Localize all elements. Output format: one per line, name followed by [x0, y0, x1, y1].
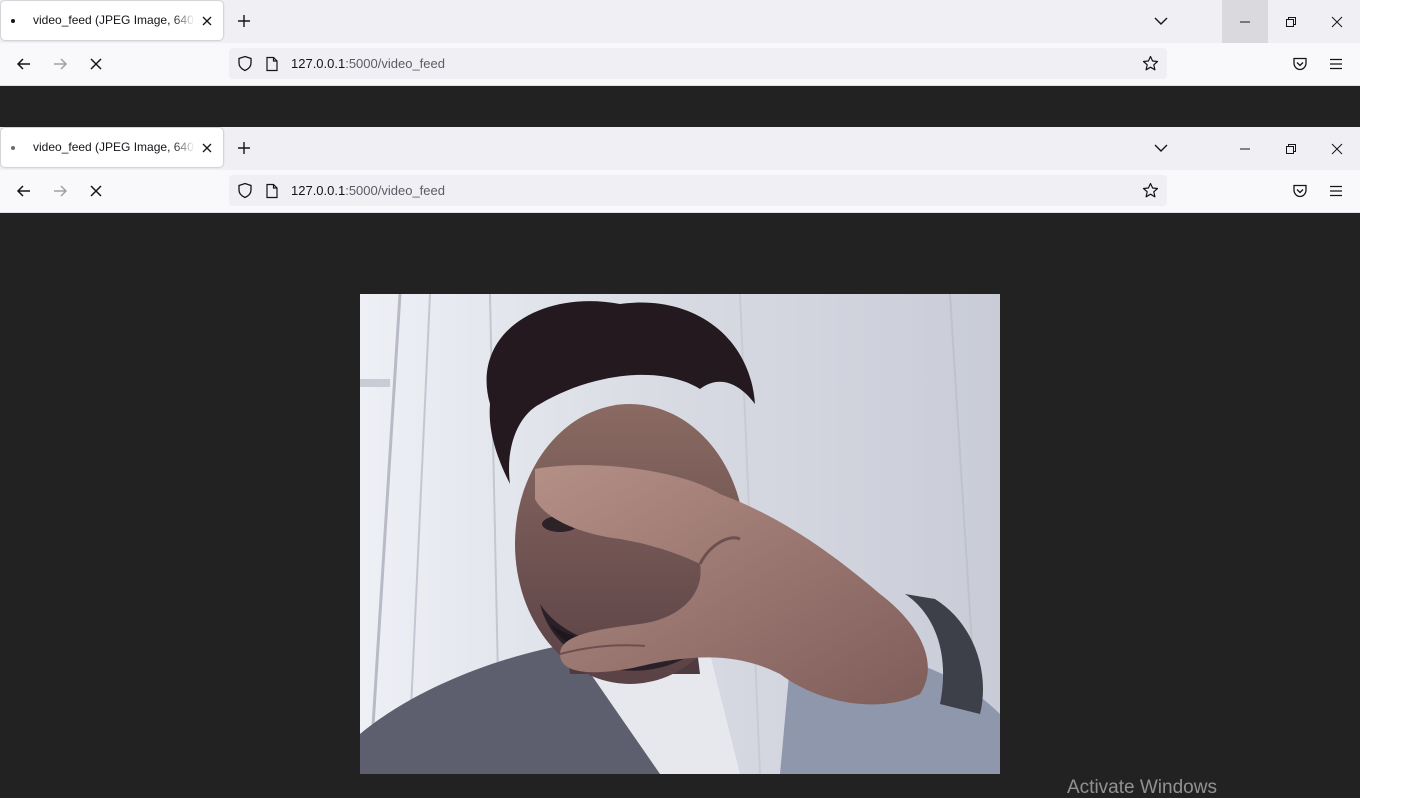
activate-windows-watermark: Activate Windows: [1067, 777, 1217, 798]
stop-icon: [90, 185, 102, 197]
new-tab-plus-icon[interactable]: [233, 137, 255, 159]
tab-video-feed[interactable]: video_feed (JPEG Image, 640 × 480 pixels…: [1, 128, 223, 167]
list-all-tabs-chevron-down-icon[interactable]: [1150, 10, 1172, 32]
browser-window-back: video_feed (JPEG Image, 640 × 480 pixels…: [0, 0, 1360, 127]
forward-arrow-icon: [54, 185, 68, 197]
stop-button[interactable]: [84, 53, 108, 75]
page-content: [0, 86, 1360, 127]
webcam-image: [360, 294, 1000, 774]
tab-close-icon[interactable]: [198, 12, 216, 30]
tab-video-feed[interactable]: video_feed (JPEG Image, 640 × 480 pixels…: [1, 1, 223, 40]
webcam-photo-illustration: [360, 294, 1000, 774]
restore-icon: [1286, 16, 1296, 27]
close-window-button[interactable]: [1314, 127, 1360, 170]
browser-window-front: video_feed (JPEG Image, 640 × 480 pixels…: [0, 127, 1360, 798]
tab-title: video_feed (JPEG Image, 640 × 480 pixels…: [33, 13, 195, 27]
tab-title: video_feed (JPEG Image, 640 × 480 pixels…: [33, 140, 195, 154]
stop-button[interactable]: [84, 180, 108, 202]
url-text[interactable]: 127.0.0.1:5000/video_feed: [291, 56, 445, 71]
navigation-toolbar: 127.0.0.1:5000/video_feed: [0, 43, 1360, 86]
hamburger-menu-icon: [1330, 185, 1342, 197]
tab-close-icon[interactable]: [198, 139, 216, 157]
back-arrow-icon: [16, 185, 30, 197]
minimize-icon: [1240, 148, 1250, 149]
tab-loading-dot-icon: [11, 19, 15, 23]
url-path: :5000/video_feed: [345, 56, 445, 71]
pocket-icon: [1293, 184, 1307, 198]
close-icon: [1331, 143, 1343, 154]
back-button[interactable]: [12, 53, 36, 75]
forward-button[interactable]: [48, 53, 72, 75]
pocket-icon: [1293, 57, 1307, 71]
star-icon[interactable]: [1142, 55, 1159, 72]
url-bar[interactable]: 127.0.0.1:5000/video_feed: [229, 175, 1167, 206]
desktop-edge: [1360, 0, 1408, 798]
list-all-tabs-chevron-down-icon[interactable]: [1150, 137, 1172, 159]
url-text[interactable]: 127.0.0.1:5000/video_feed: [291, 183, 445, 198]
minimize-button[interactable]: [1222, 127, 1268, 170]
restore-button[interactable]: [1268, 0, 1314, 43]
tab-bar: video_feed (JPEG Image, 640 × 480 pixels…: [0, 0, 1360, 43]
restore-button[interactable]: [1268, 127, 1314, 170]
new-tab-plus-icon[interactable]: [233, 10, 255, 32]
forward-arrow-icon: [54, 58, 68, 70]
tab-loading-dot-icon: [11, 146, 15, 150]
url-host: 127.0.0.1: [291, 183, 346, 198]
back-arrow-icon: [16, 58, 30, 70]
close-icon: [1331, 16, 1343, 27]
page-icon[interactable]: [265, 56, 279, 72]
url-bar[interactable]: 127.0.0.1:5000/video_feed: [229, 48, 1167, 79]
stop-icon: [90, 58, 102, 70]
navigation-toolbar: 127.0.0.1:5000/video_feed: [0, 170, 1360, 213]
url-path: :5000/video_feed: [345, 183, 445, 198]
pocket-button[interactable]: [1288, 180, 1312, 202]
restore-icon: [1286, 143, 1296, 154]
back-button[interactable]: [12, 180, 36, 202]
minimize-icon: [1240, 21, 1250, 22]
star-icon[interactable]: [1142, 182, 1159, 199]
close-window-button[interactable]: [1314, 0, 1360, 43]
pocket-button[interactable]: [1288, 53, 1312, 75]
hamburger-menu-icon: [1330, 58, 1342, 70]
page-icon[interactable]: [265, 183, 279, 199]
shield-icon[interactable]: [237, 182, 253, 199]
url-host: 127.0.0.1: [291, 56, 346, 71]
minimize-button[interactable]: [1222, 0, 1268, 43]
page-content: [0, 213, 1360, 798]
app-menu-button[interactable]: [1324, 53, 1348, 75]
forward-button[interactable]: [48, 180, 72, 202]
tab-bar: video_feed (JPEG Image, 640 × 480 pixels…: [0, 127, 1360, 170]
app-menu-button[interactable]: [1324, 180, 1348, 202]
shield-icon[interactable]: [237, 55, 253, 72]
